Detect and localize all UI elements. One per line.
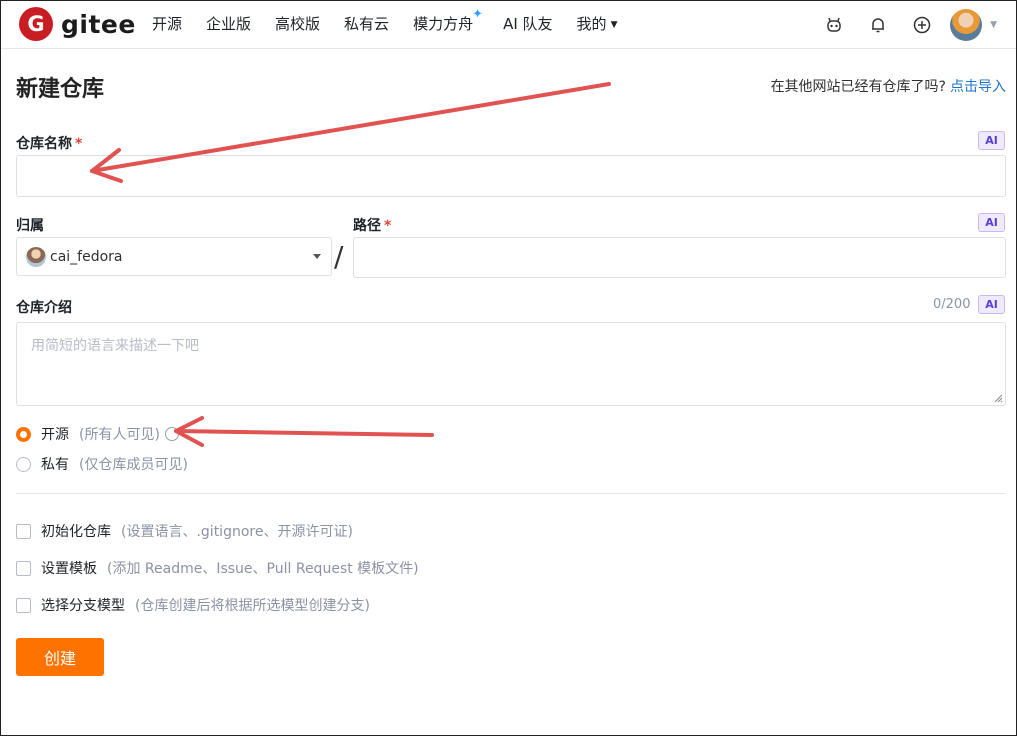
annotation-arrow-name <box>90 82 611 183</box>
annotation-arrow-public <box>174 416 434 447</box>
annotation-overlay <box>90 82 611 447</box>
